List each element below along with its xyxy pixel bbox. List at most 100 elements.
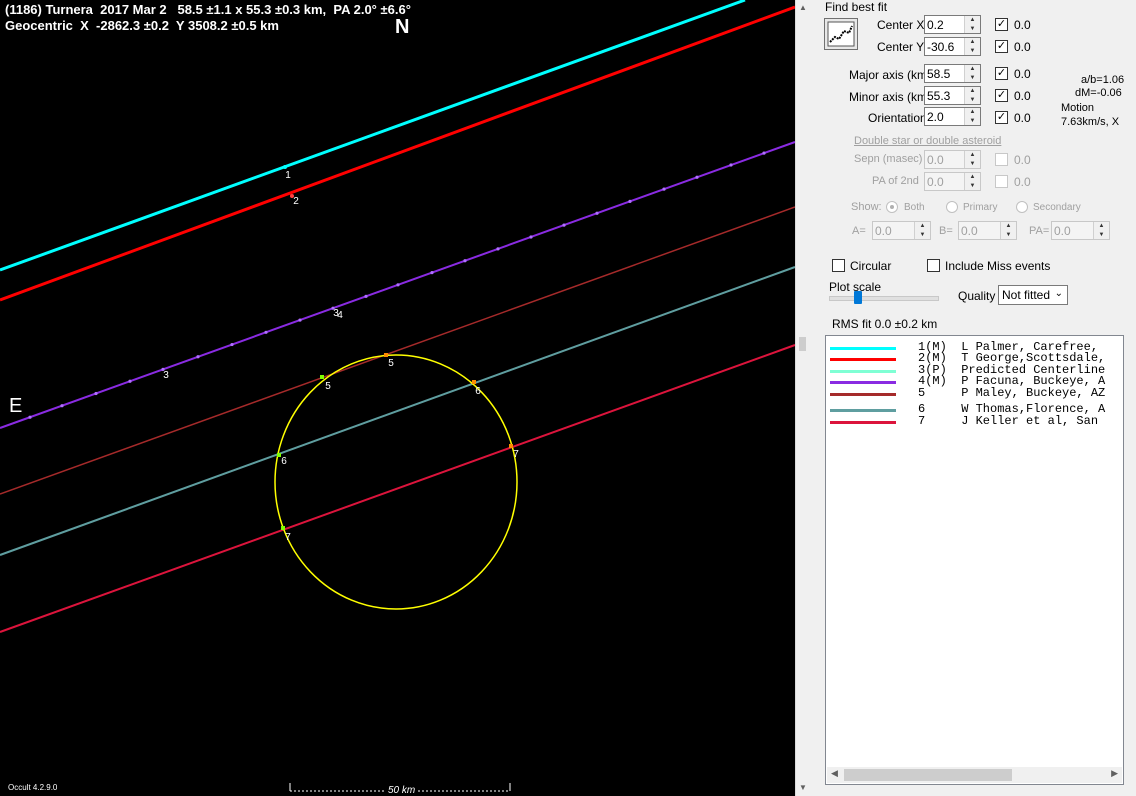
vertical-scrollbar[interactable]: ▲ ▼ [795, 0, 810, 796]
chord-label: 7 [513, 449, 519, 460]
orientation-checkbox[interactable]: ✓ [995, 111, 1008, 124]
pa-spinner[interactable]: ▲ ▼ [1093, 222, 1109, 239]
center-y-input[interactable]: ▲▼ [924, 37, 981, 56]
scroll-up-icon[interactable]: ▲ [799, 3, 807, 12]
legend-item[interactable]: 7 J Keller et al, San [826, 414, 1123, 428]
center-x-check-label: 0.0 [1014, 18, 1031, 32]
find-best-fit-label: Find best fit [825, 0, 888, 14]
center-x-input[interactable]: ▲▼ [924, 15, 981, 34]
a-spinner[interactable]: ▲ ▼ [914, 222, 930, 239]
quality-select[interactable]: Not fitted ⌄ [998, 285, 1068, 305]
minor-axis-checkbox[interactable]: ✓ [995, 89, 1008, 102]
chord-label: 6 [281, 456, 287, 467]
legend-swatch [830, 393, 896, 396]
circular-checkbox[interactable] [832, 259, 845, 272]
pa-2nd-input[interactable]: ▲▼ [924, 172, 981, 191]
event-tick [196, 355, 200, 359]
major-axis-input[interactable]: ▲▼ [924, 64, 981, 83]
pa-value[interactable] [1052, 222, 1093, 239]
sepn-spinner[interactable]: ▲ ▼ [964, 151, 980, 168]
orientation-input[interactable]: ▲▼ [924, 107, 981, 126]
b-label: B= [939, 225, 953, 237]
center-y-checkbox[interactable]: ✓ [995, 40, 1008, 53]
show-primary-radio[interactable] [946, 201, 958, 213]
chevron-down-icon: ⌄ [1054, 288, 1063, 299]
scale-label: 50 km [386, 785, 418, 796]
event-tick [430, 270, 434, 275]
sepn-value[interactable] [925, 151, 964, 168]
sepn-checkbox[interactable] [995, 153, 1008, 166]
minor-axis-input[interactable]: ▲▼ [924, 86, 981, 105]
center-x-spinner[interactable]: ▲ ▼ [964, 16, 980, 33]
orientation-spinner[interactable]: ▲ ▼ [964, 108, 980, 125]
show-secondary-radio[interactable] [1016, 201, 1028, 213]
legend-horizontal-scrollbar[interactable]: ◀ ▶ [827, 767, 1122, 783]
minor-axis-value[interactable] [925, 87, 964, 104]
chord-line [0, 206, 795, 495]
pa-input[interactable]: ▲▼ [1051, 221, 1110, 240]
chord-plot-svg: 12334556677 [0, 0, 795, 792]
legend-swatch [830, 421, 896, 424]
center-y-value[interactable] [925, 38, 964, 55]
chord-label: 4 [337, 310, 343, 321]
event-tick [283, 165, 287, 169]
b-spinner[interactable]: ▲ ▼ [1000, 222, 1016, 239]
quality-label: Quality [958, 289, 996, 303]
orientation-value[interactable] [925, 108, 964, 125]
sepn-input[interactable]: ▲▼ [924, 150, 981, 169]
event-tick [628, 199, 632, 203]
event-tick [364, 294, 368, 298]
a-label: A= [852, 225, 866, 237]
b-value[interactable] [959, 222, 1000, 239]
chord-label: 3 [163, 370, 169, 381]
north-label: N [395, 16, 410, 38]
pa-2nd-label: PA of 2nd [872, 175, 919, 187]
a-input[interactable]: ▲▼ [872, 221, 931, 240]
occultation-plot[interactable]: 12334556677 (1186) Turnera 2017 Mar 2 58… [0, 0, 795, 796]
major-axis-checkbox[interactable]: ✓ [995, 67, 1008, 80]
major-axis-value[interactable] [925, 65, 964, 82]
legend-scroll-thumb[interactable] [844, 769, 1012, 781]
scroll-thumb[interactable] [799, 337, 806, 351]
center-x-value[interactable] [925, 16, 964, 33]
center-y-spinner[interactable]: ▲ ▼ [964, 38, 980, 55]
event-tick [128, 379, 132, 383]
orientation-check-label: 0.0 [1014, 111, 1031, 125]
double-star-link[interactable]: Double star or double asteroid [854, 135, 1001, 147]
chord-line [0, 5, 795, 302]
chord-endpoint-marker [509, 444, 513, 448]
minor-axis-spinner[interactable]: ▲ ▼ [964, 87, 980, 104]
event-tick [695, 175, 699, 179]
pa-2nd-value[interactable] [925, 173, 964, 190]
legend-swatch [830, 381, 896, 384]
scroll-down-icon[interactable]: ▼ [799, 783, 807, 792]
center-x-checkbox[interactable]: ✓ [995, 18, 1008, 31]
center-x-label: Center X [877, 18, 925, 32]
show-both-radio[interactable] [886, 201, 898, 213]
event-tick [94, 391, 98, 396]
scroll-right-icon[interactable]: ▶ [1111, 768, 1118, 779]
b-input[interactable]: ▲▼ [958, 221, 1017, 240]
motion-value: 7.63km/s, X [1061, 116, 1120, 128]
show-both-label: Both [904, 202, 925, 213]
event-tick [264, 330, 268, 334]
plot-scale-slider[interactable] [829, 291, 939, 305]
find-best-fit-button[interactable] [824, 18, 858, 50]
chord-label: 5 [388, 358, 394, 369]
observer-legend-list[interactable]: 1(M) L Palmer, Carefree, 2(M) T George,Sc… [825, 335, 1124, 785]
fit-panel: Find best fit Center X ▲▼ ✓ 0.0 Center Y… [809, 0, 1136, 796]
slider-thumb[interactable] [854, 291, 862, 304]
event-tick [298, 318, 302, 322]
a-value[interactable] [873, 222, 914, 239]
major-axis-spinner[interactable]: ▲ ▼ [964, 65, 980, 82]
legend-item[interactable]: 5 P Maley, Buckeye, AZ [826, 386, 1123, 400]
pa-2nd-spinner[interactable]: ▲ ▼ [964, 173, 980, 190]
pa-2nd-check-label: 0.0 [1014, 175, 1031, 189]
include-miss-checkbox[interactable] [927, 259, 940, 272]
plot-header-line1: (1186) Turnera 2017 Mar 2 58.5 ±1.1 x 55… [5, 2, 411, 17]
scroll-left-icon[interactable]: ◀ [831, 768, 838, 779]
chord-endpoint-marker [281, 526, 285, 530]
legend-swatch [830, 358, 896, 361]
pa-2nd-checkbox[interactable] [995, 175, 1008, 188]
chord-label: 2 [293, 196, 299, 207]
